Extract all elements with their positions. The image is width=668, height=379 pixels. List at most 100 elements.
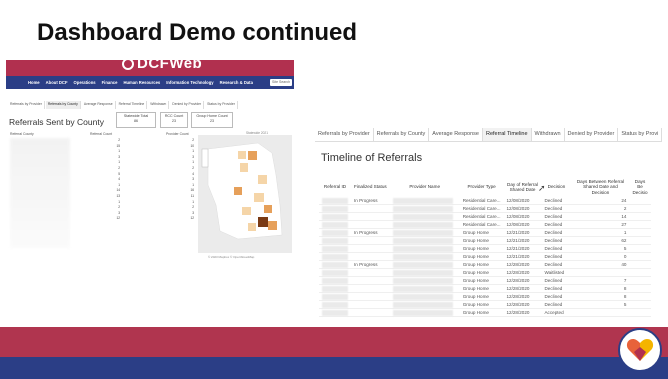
days-between-cell: 14 bbox=[571, 212, 630, 221]
col-header-decision[interactable]: Decision bbox=[541, 177, 571, 197]
tab-referrals-by-provider[interactable]: Referrals by Provider bbox=[315, 128, 374, 141]
provider-type-cell: Group Home bbox=[459, 228, 504, 237]
decision-cell: Declined bbox=[541, 228, 572, 237]
tab-status-by-provider[interactable]: Status by Provider bbox=[205, 101, 238, 109]
tab-withdrawn[interactable]: Withdrawn bbox=[148, 101, 170, 109]
tab-average-response[interactable]: Average Response bbox=[82, 101, 116, 109]
table-row[interactable]: In Progress Residential Care... 12/08/2020… bbox=[319, 196, 651, 205]
table-row[interactable]: In Progress Group Home 12/28/2020 Declined 4… bbox=[319, 260, 651, 269]
col-header-county[interactable]: Referral County bbox=[10, 132, 34, 136]
table-row[interactable]: Group Home 12/28/2020 Declined 8 bbox=[319, 292, 651, 301]
nav-operations[interactable]: Operations bbox=[74, 80, 96, 85]
shared-date-cell: 12/28/2020 bbox=[503, 292, 542, 301]
mouse-cursor-icon: ➚ bbox=[538, 183, 546, 193]
table-row[interactable]: Group Home 12/28/2020 Declined 5 bbox=[319, 300, 651, 309]
shared-date-cell: 12/28/2020 bbox=[503, 308, 542, 317]
provider-type-cell: Group Home bbox=[459, 284, 504, 293]
county-map-svg bbox=[198, 135, 292, 253]
site-search-input[interactable]: Site Search bbox=[270, 79, 292, 86]
table-row[interactable]: Group Home 12/21/2020 Declined 5 bbox=[319, 244, 651, 253]
nav-finance[interactable]: Finance bbox=[102, 80, 118, 85]
nav-information-technology[interactable]: Information Technology bbox=[166, 80, 213, 85]
map-zoom-controls[interactable] bbox=[201, 148, 209, 168]
table-row[interactable]: Group Home 12/28/2020 Declined 8 bbox=[319, 284, 651, 293]
provider-name-cell bbox=[389, 308, 460, 317]
referral-id-cell bbox=[319, 212, 351, 221]
timeline-title: Timeline of Referrals bbox=[321, 152, 423, 164]
redacted-referral-id bbox=[322, 285, 348, 292]
nav-home[interactable]: Home bbox=[28, 80, 40, 85]
redacted-provider-name bbox=[392, 285, 453, 292]
county-shape[interactable] bbox=[248, 151, 257, 160]
shared-date-cell: 12/28/2020 bbox=[503, 300, 542, 309]
county-shape[interactable] bbox=[258, 217, 268, 227]
county-shape[interactable] bbox=[240, 163, 248, 172]
col-header-provider-type[interactable]: Provider Type bbox=[460, 177, 504, 197]
shared-date-cell: 12/08/2020 bbox=[503, 212, 542, 221]
days-between-cell: 5 bbox=[571, 300, 630, 309]
tab-average-response[interactable]: Average Response bbox=[429, 128, 483, 141]
days-between-2-cell bbox=[629, 236, 651, 245]
col-header-referral-id[interactable]: Referral ID bbox=[319, 177, 351, 197]
table-row[interactable]: Group Home 12/28/2020 Declined 7 bbox=[319, 276, 651, 285]
tab-referral-timeline[interactable]: Referral Timeline bbox=[482, 128, 532, 141]
county-shape[interactable] bbox=[242, 207, 251, 215]
provider-name-cell bbox=[389, 292, 460, 301]
county-shape[interactable] bbox=[238, 151, 246, 159]
col-header-days-between-2[interactable]: Days Be Decisio bbox=[629, 177, 650, 197]
table-row[interactable]: Residential Care... 12/08/2020 Declined 2 bbox=[319, 204, 651, 213]
finalized-status-cell bbox=[351, 276, 390, 285]
tab-denied-by-provider[interactable]: Denied by Provider bbox=[565, 128, 619, 141]
col-header-days-between[interactable]: Days Between Referral Shared Date and De… bbox=[571, 177, 629, 197]
map-attribution[interactable]: © 2023 Mapbox © OpenStreetMap bbox=[208, 255, 254, 259]
table-row[interactable]: Residential Care... 12/08/2020 Declined 14 bbox=[319, 212, 651, 221]
finalized-status-cell: In Progress bbox=[351, 260, 390, 269]
nav-about-dcf[interactable]: About DCF bbox=[46, 80, 68, 85]
heart-logo-icon bbox=[618, 328, 662, 372]
table-row[interactable]: Group Home 12/21/2020 Declined 62 bbox=[319, 236, 651, 245]
slide-title: Dashboard Demo continued bbox=[37, 19, 358, 46]
days-between-cell: 7 bbox=[571, 276, 630, 285]
county-shape[interactable] bbox=[258, 175, 267, 184]
col-header-finalized-status[interactable]: Finalized Status bbox=[351, 177, 390, 197]
tab-referrals-by-county[interactable]: Referrals by County bbox=[374, 128, 430, 141]
county-shape[interactable] bbox=[234, 187, 242, 195]
tab-status-by-provider[interactable]: Status by Provi bbox=[618, 128, 663, 141]
days-between-cell: 5 bbox=[571, 244, 630, 253]
redacted-referral-id bbox=[322, 277, 348, 284]
days-between-2-cell bbox=[629, 292, 651, 301]
referral-id-cell bbox=[319, 268, 351, 277]
dcf-logo[interactable]: DCFWeb bbox=[122, 60, 202, 72]
redacted-provider-name bbox=[392, 237, 453, 244]
tab-referrals-by-provider[interactable]: Referrals by Provider bbox=[8, 101, 45, 109]
table-row[interactable]: Group Home 12/21/2020 Declined 0 bbox=[319, 252, 651, 261]
nav-human-resources[interactable]: Human Resources bbox=[123, 80, 160, 85]
table-row[interactable]: Group Home 12/28/2020 Waitlisted bbox=[319, 268, 651, 277]
col-header-referral-count[interactable]: Referral Count bbox=[90, 132, 112, 136]
col-header-provider-count[interactable]: Provider Count bbox=[166, 132, 189, 136]
finalized-status-cell bbox=[351, 308, 390, 317]
county-shape[interactable] bbox=[268, 221, 277, 230]
finalized-status-cell bbox=[351, 236, 390, 245]
decision-cell: Accepted bbox=[541, 308, 572, 317]
tab-referral-timeline[interactable]: Referral Timeline bbox=[117, 101, 148, 109]
col-header-referral-shared-date[interactable]: Day of Referral Shared Date bbox=[503, 177, 541, 197]
col-header-provider-name[interactable]: Provider Name bbox=[390, 177, 460, 197]
wisconsin-county-map[interactable] bbox=[198, 135, 292, 253]
stat-statewide-total: Statewide Total 86 bbox=[116, 112, 156, 128]
tab-withdrawn[interactable]: Withdrawn bbox=[532, 128, 565, 141]
dcf-nav-bar: Home About DCF Operations Finance Human … bbox=[6, 76, 294, 89]
tab-referrals-by-county[interactable]: Referrals by County bbox=[45, 101, 81, 109]
table-row[interactable]: In Progress Group Home 12/21/2020 Declined 1 bbox=[319, 228, 651, 237]
finalized-status-cell bbox=[351, 220, 390, 229]
days-between-cell: 8 bbox=[571, 284, 630, 293]
table-row[interactable]: Group Home 12/28/2020 Accepted bbox=[319, 308, 651, 317]
tab-denied-by-provider[interactable]: Denied by Provider bbox=[170, 101, 205, 109]
table-row[interactable]: Residential Care... 12/08/2020 Declined 27 bbox=[319, 220, 651, 229]
county-shape[interactable] bbox=[248, 223, 256, 231]
nav-research-data[interactable]: Research & Data bbox=[220, 80, 253, 85]
county-shape[interactable] bbox=[264, 205, 272, 213]
county-shape[interactable] bbox=[254, 193, 264, 202]
provider-name-cell bbox=[389, 204, 460, 213]
provider-type-cell: Group Home bbox=[459, 236, 504, 245]
